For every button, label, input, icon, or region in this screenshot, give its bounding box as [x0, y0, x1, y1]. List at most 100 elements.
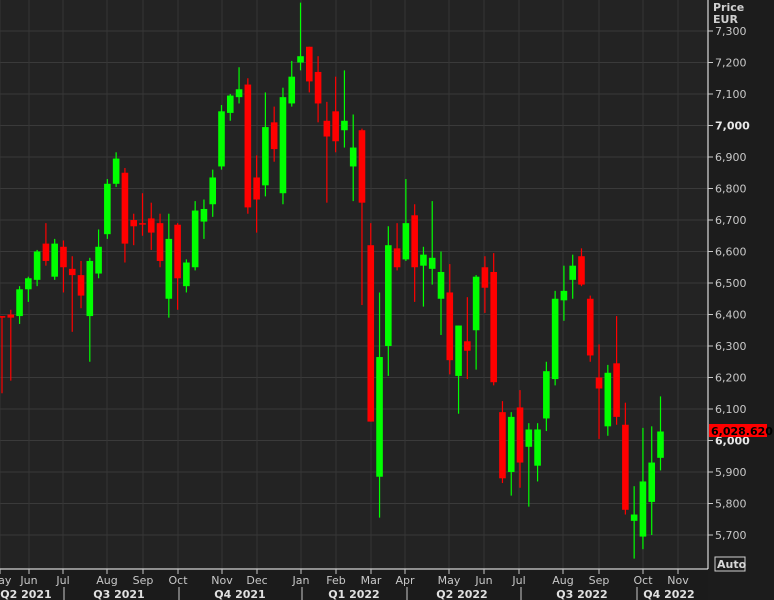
- candle: [51, 238, 58, 280]
- x-month-label: Apr: [395, 574, 415, 587]
- last-price-value: 6,028.620: [711, 425, 773, 438]
- candle-body: [551, 298, 559, 380]
- candle-body: [569, 265, 576, 280]
- x-month-label: Jun: [19, 574, 37, 587]
- y-tick-label: 7,300: [715, 25, 747, 38]
- x-month-label: May: [0, 574, 12, 587]
- y-tick-label: 5,700: [715, 529, 747, 542]
- candle-body: [323, 120, 331, 137]
- x-quarter-label: Q3 2022: [556, 588, 607, 600]
- candle-body: [86, 260, 94, 317]
- candle-body: [639, 481, 647, 537]
- x-month-label: Nov: [667, 574, 689, 587]
- x-axis: May Jun Jul Aug Sep Oct Nov Dec Jan Feb Mar Apr May J…: [0, 569, 695, 600]
- x-quarter-label: Q3 2021: [93, 588, 144, 600]
- x-month-label: Jun: [474, 574, 492, 587]
- candle-body: [490, 271, 497, 383]
- x-month-label: Aug: [552, 574, 573, 587]
- candle-body: [332, 111, 339, 142]
- candle: [604, 364, 612, 436]
- candle-body: [376, 357, 383, 477]
- candle-body: [0, 316, 6, 318]
- candle-body: [586, 298, 594, 356]
- y-axis-label-currency: EUR: [713, 13, 738, 26]
- y-tick-label: 6,800: [715, 183, 747, 196]
- candle-body: [560, 290, 568, 301]
- candle-body: [630, 514, 638, 521]
- auto-scale-button[interactable]: Auto: [714, 556, 747, 572]
- x-month-label: May: [438, 574, 461, 587]
- candle-body: [77, 275, 85, 296]
- candle-body: [191, 210, 199, 268]
- candle-body: [42, 243, 50, 261]
- x-month-label: Oct: [168, 574, 188, 587]
- candle-body: [288, 76, 296, 104]
- candle-body: [604, 372, 612, 427]
- candle: [586, 295, 594, 362]
- candle-body: [499, 412, 506, 479]
- y-tick-label: 6,900: [715, 151, 747, 164]
- candle-body: [358, 130, 366, 203]
- candle-body: [349, 147, 357, 167]
- x-quarter-label: Q4 2021: [214, 588, 265, 600]
- y-tick-label: 6,100: [715, 403, 747, 416]
- x-quarter-label: Q2 2021: [0, 588, 51, 600]
- y-tick-label: 5,800: [715, 498, 747, 511]
- candle-body: [7, 314, 15, 318]
- candle-body: [104, 183, 111, 235]
- candle-body: [420, 254, 427, 266]
- candle-body: [156, 223, 164, 261]
- candle-body: [226, 95, 234, 113]
- y-tick-label: 6,400: [715, 309, 747, 322]
- candle-body: [95, 246, 102, 274]
- candle-body: [235, 89, 243, 98]
- x-month-label: Oct: [633, 574, 653, 587]
- x-month-label: Jul: [55, 574, 69, 587]
- candle-body: [481, 267, 489, 288]
- candle-body: [165, 238, 173, 299]
- candle-body: [613, 363, 620, 417]
- candle-body: [174, 224, 181, 279]
- x-month-label: Jul: [511, 574, 525, 587]
- x-month-label: Sep: [133, 574, 154, 587]
- y-tick-label: 6,500: [715, 277, 747, 290]
- y-tick-label: 6,300: [715, 340, 747, 353]
- x-month-label: Mar: [361, 574, 382, 587]
- candle-body: [595, 377, 603, 389]
- candlestick-chart: 7,300 7,200 7,100 7,000 6,900 6,800 6,700 6,600…: [0, 0, 774, 600]
- candle-body: [279, 97, 287, 194]
- candle-body: [60, 246, 67, 268]
- candle-body: [578, 256, 585, 285]
- candle-body: [341, 120, 348, 131]
- candle-body: [209, 177, 217, 205]
- x-month-label: Sep: [589, 574, 610, 587]
- candle: [218, 105, 225, 170]
- x-quarter-label: Q1 2022: [328, 588, 379, 600]
- x-month-label: Jan: [292, 574, 310, 587]
- candle: [104, 179, 111, 239]
- candle-body: [147, 218, 155, 233]
- candle-body: [25, 278, 32, 290]
- candle-body: [437, 271, 445, 299]
- candle-body: [622, 424, 629, 510]
- candle: [551, 290, 559, 386]
- candle-body: [455, 325, 462, 376]
- candle-body: [472, 276, 480, 331]
- candle-body: [428, 257, 436, 269]
- candle-body: [112, 158, 120, 184]
- candle-body: [657, 431, 664, 458]
- candle-body: [16, 289, 23, 317]
- candle-body: [121, 172, 129, 244]
- candle: [191, 201, 199, 271]
- y-tick-label: 6,700: [715, 214, 747, 227]
- candle-body: [525, 429, 533, 447]
- last-price-tag: 6,028.620: [709, 424, 773, 438]
- candle-body: [253, 177, 260, 200]
- candle-body: [262, 127, 269, 186]
- candle-body: [68, 268, 76, 276]
- candle-body: [385, 245, 392, 346]
- candle-body: [51, 243, 58, 277]
- x-quarter-label: Q4 2022: [643, 588, 694, 600]
- candle-body: [218, 111, 225, 167]
- candle-body: [464, 341, 471, 351]
